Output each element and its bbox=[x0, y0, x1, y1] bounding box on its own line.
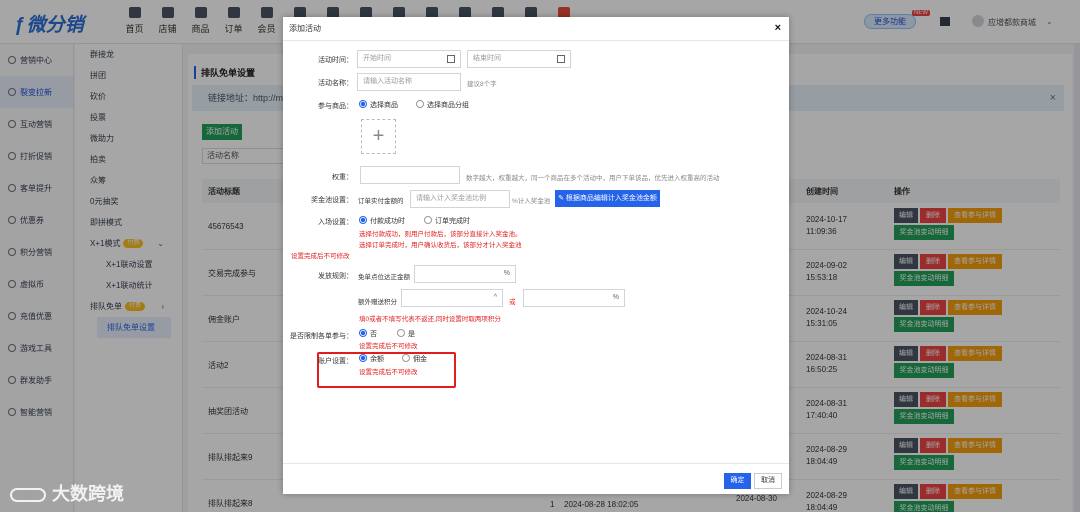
radio-checked-icon bbox=[359, 354, 367, 362]
pool-by-goods-button[interactable]: ✎ 根据商品编辑计入奖金池金额 bbox=[555, 190, 660, 207]
pool-unit: %计入奖金池 bbox=[512, 198, 551, 205]
pool-prefix: 订单实付金额的 bbox=[358, 198, 404, 205]
entry-note-2: 选择订单完成时，用户确认收货后，该部分才计入奖金池 bbox=[359, 242, 522, 249]
pool-ratio-input[interactable]: 请输入计入奖金池比例 bbox=[410, 190, 510, 208]
entry-locked-note: 设置完成后不可修改 bbox=[291, 253, 350, 260]
extra-points-input[interactable]: ^ bbox=[401, 289, 503, 307]
end-time-input[interactable]: 结束时间 bbox=[467, 50, 571, 68]
entry-note-1: 选择付款成功，则用户付款后，该部分直接计入奖金池。 bbox=[359, 231, 522, 238]
cancel-button[interactable]: 取消 bbox=[754, 473, 782, 489]
radio-icon bbox=[416, 100, 424, 108]
radio-icon bbox=[424, 216, 432, 224]
edit-icon: ✎ bbox=[558, 195, 566, 202]
extra-points-label: 额外赠送积分 bbox=[358, 299, 397, 306]
close-icon[interactable]: × bbox=[775, 22, 781, 34]
modal-footer: 确定 取消 bbox=[283, 463, 789, 494]
issue-prefix: 免单点位达正金额 bbox=[358, 274, 410, 281]
issue-amount-input[interactable]: % bbox=[414, 265, 516, 283]
issue-label: 发放规则： bbox=[318, 273, 353, 280]
add-activity-modal: 添加活动 × 活动时间： 开始时间 结束时间 活动名称： 请输入活动名称 建议8… bbox=[283, 17, 789, 494]
watermark-logo-icon bbox=[10, 488, 46, 502]
weight-input[interactable] bbox=[360, 166, 460, 184]
name-hint: 建议8个字 bbox=[467, 81, 497, 88]
upload-goods-button[interactable]: + bbox=[361, 119, 396, 154]
time-label: 活动时间： bbox=[318, 57, 353, 64]
radio-checked-icon bbox=[359, 329, 367, 337]
account-radio-balance[interactable]: 余额 bbox=[359, 354, 384, 364]
goods-label: 参与商品： bbox=[318, 103, 353, 110]
limit-radio-yes[interactable]: 是 bbox=[397, 329, 415, 339]
stepper-up-icon[interactable]: ^ bbox=[494, 290, 497, 306]
account-label: 账户设置： bbox=[318, 358, 353, 365]
start-time-input[interactable]: 开始时间 bbox=[357, 50, 461, 68]
weight-label: 权重： bbox=[332, 174, 353, 181]
radio-icon bbox=[397, 329, 405, 337]
activity-name-input[interactable]: 请输入活动名称 bbox=[357, 73, 461, 91]
account-radio-commission[interactable]: 佣金 bbox=[402, 354, 427, 364]
modal-body: 活动时间： 开始时间 结束时间 活动名称： 请输入活动名称 建议8个字 参与商品… bbox=[283, 42, 789, 462]
goods-radio-select[interactable]: 选择商品 bbox=[359, 100, 398, 110]
goods-radio-group[interactable]: 选择商品分组 bbox=[416, 100, 469, 110]
extra-percent-input[interactable]: % bbox=[523, 289, 625, 307]
modal-title: 添加活动 bbox=[283, 17, 789, 41]
pool-label: 奖金池设置： bbox=[311, 197, 353, 204]
entry-radio-complete[interactable]: 订单完成时 bbox=[424, 216, 470, 226]
radio-checked-icon bbox=[359, 216, 367, 224]
radio-checked-icon bbox=[359, 100, 367, 108]
limit-radio-no[interactable]: 否 bbox=[359, 329, 377, 339]
issue-note: 填0或者不填写代表不返还,同时设置时取两项积分 bbox=[359, 316, 501, 323]
entry-label: 入场设置： bbox=[318, 219, 353, 226]
account-locked-note: 设置完成后不可修改 bbox=[359, 369, 418, 376]
radio-icon bbox=[402, 354, 410, 362]
name-label: 活动名称： bbox=[318, 80, 353, 87]
or-label: 或 bbox=[509, 299, 516, 306]
limit-locked-note: 设置完成后不可修改 bbox=[359, 343, 418, 350]
calendar-icon bbox=[557, 55, 565, 63]
weight-hint: 数字越大，权重越大，同一个商品在多个活动中，用户下单该品，优先进入权重高的活动 bbox=[466, 175, 720, 182]
calendar-icon bbox=[447, 55, 455, 63]
confirm-button[interactable]: 确定 bbox=[724, 473, 751, 489]
watermark: 大数跨境 bbox=[10, 480, 124, 506]
limit-label: 是否限制各单参与： bbox=[290, 333, 353, 340]
entry-radio-paid[interactable]: 付款成功时 bbox=[359, 216, 405, 226]
